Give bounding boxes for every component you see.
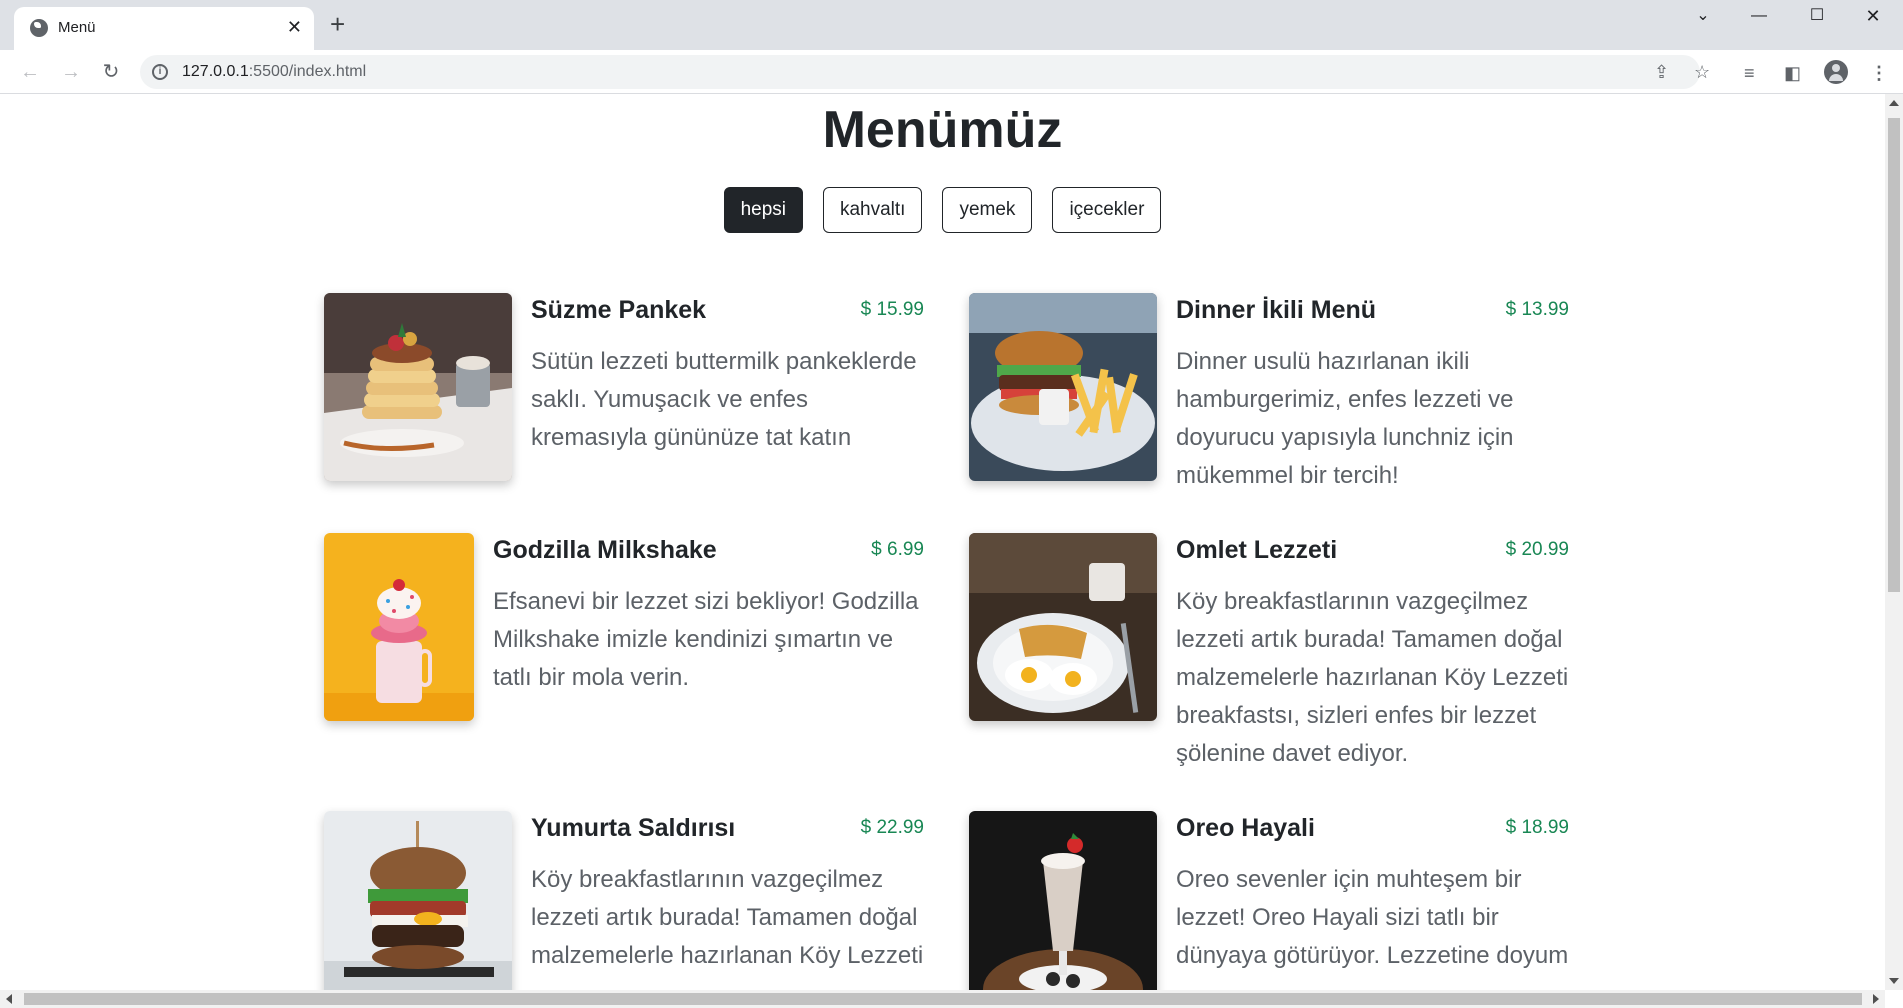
scroll-left-arrow-icon[interactable] (6, 994, 12, 1004)
reload-icon[interactable]: ↻ (97, 58, 125, 86)
scroll-up-arrow-icon[interactable] (1889, 100, 1899, 106)
media-icon[interactable]: ≡ (1744, 63, 1755, 83)
menu-item-price: $ 13.99 (1505, 299, 1569, 320)
browser-toolbar: ← → ↻ i 127.0.0.1:5500/index.html ⇪ ☆ ≡ … (0, 50, 1903, 94)
egg-burger-photo (324, 811, 512, 990)
fried-eggs-photo (969, 533, 1157, 721)
menu-item-description: Köy breakfastlarının vazgeçilmez lezzeti… (1176, 588, 1569, 767)
horizontal-scrollbar[interactable] (0, 990, 1885, 1008)
back-arrow-icon[interactable]: ← (16, 58, 44, 86)
page-title: Menümüz (822, 101, 1063, 159)
menu-item-name: Oreo Hayali (1176, 814, 1315, 842)
filter-button-hepsi[interactable]: hepsi (723, 187, 803, 233)
menu-item-name: Omlet Lezzeti (1176, 536, 1338, 564)
browser-tab-strip: Menü ✕ + ⌄ — ☐ ✕ (0, 0, 1903, 50)
filter-button-kahvalti[interactable]: kahvaltı (822, 187, 923, 233)
menu-item-price: $ 15.99 (860, 299, 924, 320)
pancake-stack-photo (324, 293, 512, 481)
url-host: 127.0.0.1 (182, 63, 249, 80)
sidepanel-icon[interactable]: ◧ (1784, 63, 1801, 83)
browser-tab[interactable]: Menü ✕ (14, 7, 314, 50)
chevron-down-icon[interactable]: ⌄ (1675, 2, 1731, 30)
minimize-icon[interactable]: — (1731, 2, 1787, 30)
burger-fries-photo (969, 293, 1157, 481)
menu-item-price: $ 18.99 (1505, 817, 1569, 838)
menu-item-name: Godzilla Milkshake (493, 536, 717, 564)
menu-item-description: Oreo sevenler için muhteşem bir lezzet! … (1176, 866, 1569, 969)
filter-button-group: hepsi kahvaltı yemek içecekler (0, 187, 1885, 233)
page-viewport: Menümüz hepsi kahvaltı yemek içecekler S… (0, 94, 1885, 990)
menu-item-price: $ 6.99 (871, 539, 924, 560)
maximize-icon[interactable]: ☐ (1789, 2, 1845, 30)
profile-icon[interactable] (1824, 60, 1848, 84)
scroll-down-arrow-icon[interactable] (1889, 978, 1899, 984)
menu-item-description: Köy breakfastlarının vazgeçilmez lezzeti… (531, 866, 924, 969)
oreo-shake-photo (969, 811, 1157, 990)
url-text[interactable]: 127.0.0.1:5500/index.html (182, 63, 366, 81)
vertical-scroll-thumb[interactable] (1888, 118, 1900, 592)
menu-item-name: Yumurta Saldırısı (531, 814, 736, 842)
menu-item-description: Dinner usulü hazırlanan ikili hamburgeri… (1176, 348, 1514, 489)
scroll-right-arrow-icon[interactable] (1873, 994, 1879, 1004)
plus-icon[interactable]: + (330, 11, 345, 37)
address-bar[interactable]: i 127.0.0.1:5500/index.html ⇪ ☆ (140, 55, 1710, 89)
milkshake-photo (324, 533, 474, 721)
close-window-icon[interactable]: ✕ (1845, 2, 1901, 30)
forward-arrow-icon[interactable]: → (57, 58, 85, 86)
info-icon[interactable]: i (152, 64, 168, 80)
tab-title: Menü (58, 19, 96, 36)
share-icon[interactable]: ⇪ (1654, 61, 1669, 83)
url-path: :5500/index.html (248, 63, 367, 80)
menu-item-price: $ 22.99 (860, 817, 924, 838)
menu-item-name: Dinner İkili Menü (1176, 296, 1377, 324)
menu-item-description: Efsanevi bir lezzet sizi bekliyor! Godzi… (493, 588, 919, 691)
star-icon[interactable]: ☆ (1694, 61, 1710, 83)
menu-item-name: Süzme Pankek (531, 296, 707, 324)
menu-item-description: Sütün lezzeti buttermilk pankeklerde sak… (531, 348, 917, 451)
filter-button-yemek[interactable]: yemek (942, 187, 1033, 233)
vertical-scrollbar[interactable] (1885, 94, 1903, 990)
filter-button-icecekler[interactable]: içecekler (1052, 187, 1162, 233)
menu-icon[interactable]: ⋮ (1870, 63, 1888, 83)
menu-item-price: $ 20.99 (1505, 539, 1569, 560)
close-icon[interactable]: ✕ (287, 16, 302, 38)
horizontal-scroll-thumb[interactable] (24, 993, 1862, 1005)
globe-icon (30, 19, 48, 37)
